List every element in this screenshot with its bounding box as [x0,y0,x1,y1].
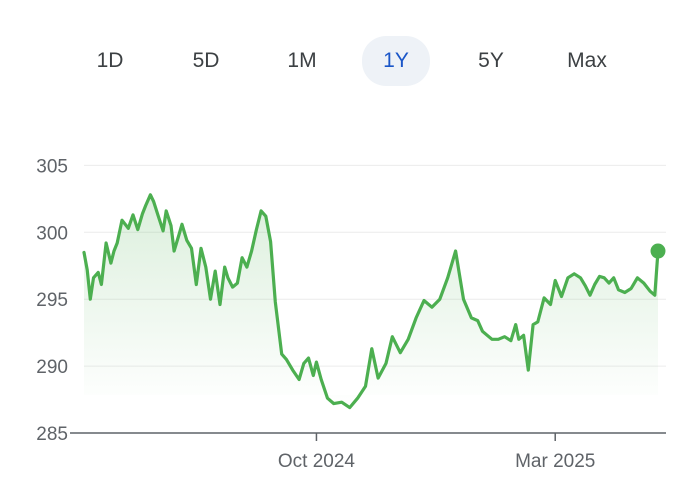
price-chart: 285 290 295 300 305 Oct 2024 Mar 2025 [36,156,666,472]
x-axis [70,432,666,441]
x-axis-labels: Oct 2024 Mar 2025 [278,451,595,472]
y-tick-label: 300 [36,223,68,244]
x-tick-label: Mar 2025 [515,451,595,472]
x-tick-label: Oct 2024 [278,451,356,472]
y-tick-label: 290 [36,357,68,378]
y-tick-label: 285 [36,424,68,445]
last-price-marker [650,243,666,259]
last-price-marker-group [650,243,666,259]
y-axis-labels: 285 290 295 300 305 [36,156,68,445]
y-tick-label: 305 [36,156,68,177]
y-tick-label: 295 [36,290,68,311]
stock-chart-widget: 1D 5D 1M 1Y 5Y Max 285 290 295 300 305 Oct 2… [0,0,696,500]
